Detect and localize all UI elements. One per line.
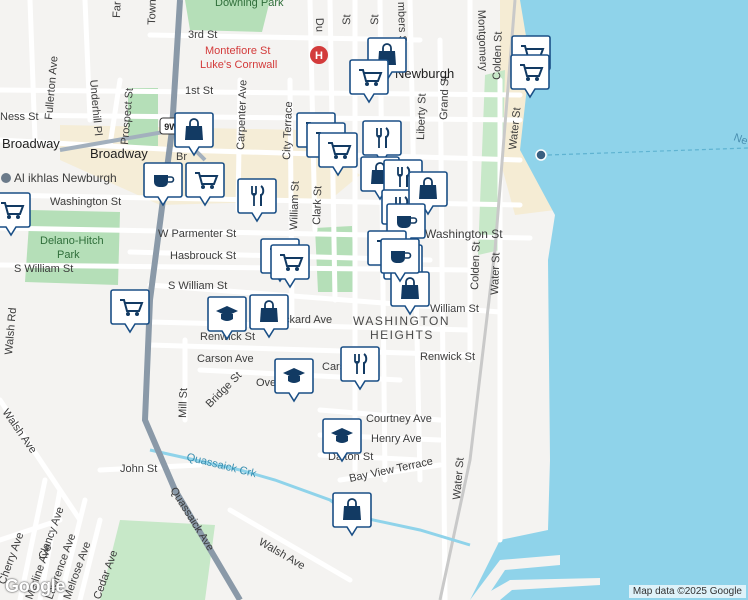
street-label: City Terrace <box>281 101 295 160</box>
street-label: Courtney Ave <box>366 413 432 425</box>
street-label: Hasbrouck St <box>170 250 236 262</box>
street-label: Town <box>146 0 159 25</box>
park-label: Delano-Hitch <box>40 235 104 247</box>
park-label: Park <box>57 249 80 261</box>
hospital-label: Montefiore St <box>205 45 270 57</box>
street-label: William St <box>288 181 302 230</box>
street-label: St <box>369 14 381 25</box>
street-label: Henry Ave <box>371 433 422 445</box>
street-label: John St <box>120 463 157 475</box>
street-label: 3rd St <box>188 29 217 41</box>
street-label: Colden St <box>469 241 483 290</box>
mosque-marker[interactable]: Al ikhlas Newburgh <box>1 171 117 185</box>
street-label: Du <box>313 18 325 32</box>
hospital-icon[interactable]: H <box>310 46 328 64</box>
map-canvas[interactable]: 9W Ness St Broadway Broadway Br 1st St 3… <box>0 0 748 600</box>
street-label: St <box>341 14 353 25</box>
street-label: Colden St <box>491 31 505 80</box>
ferry-terminal-icon[interactable] <box>535 149 547 161</box>
map-attribution[interactable]: Map data ©2025 Google <box>628 585 746 598</box>
street-label: Clark St <box>311 186 324 226</box>
street-label: Mill St <box>177 388 190 418</box>
street-label: ckard Ave <box>284 314 332 326</box>
street-label: Carpenter Ave <box>235 80 249 151</box>
svg-text:H: H <box>315 50 323 62</box>
street-label: W Parmenter St <box>158 228 236 240</box>
street-label: Washington St <box>425 227 503 241</box>
street-label: Water St <box>489 252 502 295</box>
neighborhood-label: HEIGHTS <box>370 328 434 342</box>
street-label: Ove <box>256 377 276 389</box>
street-label: 1st St <box>185 85 213 97</box>
hospital-label: Luke's Cornwall <box>200 59 277 71</box>
street-label: S William St <box>168 280 227 292</box>
street-label: Renwick St <box>420 351 475 363</box>
street-label: Broadway <box>2 136 60 151</box>
street-label: Liberty St <box>415 93 429 140</box>
street-label: Broadway <box>90 146 148 161</box>
street-label: Grand St <box>438 76 452 120</box>
street-label: Carson Ave <box>197 353 254 365</box>
street-label: S William St <box>14 263 73 275</box>
mosque-label: Al ikhlas Newburgh <box>14 171 117 185</box>
street-label: Washington St <box>50 196 121 208</box>
google-logo: Google <box>5 576 66 596</box>
neighborhood-label: WASHINGTON <box>353 314 450 328</box>
street-label: Br <box>176 151 187 163</box>
park-label: Downing Park <box>215 0 284 9</box>
street-label: Far <box>111 1 124 18</box>
street-label: Montgomery <box>475 10 489 72</box>
street-label: Ness St <box>0 111 39 123</box>
